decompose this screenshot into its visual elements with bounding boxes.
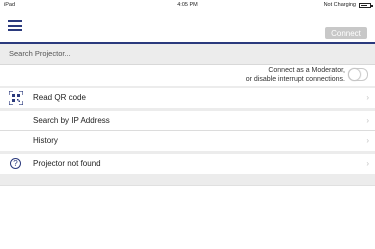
list-item-read-qr-code[interactable]: Read QR code › — [0, 88, 375, 108]
search-projector-label: Search Projector... — [9, 49, 71, 58]
chevron-right-icon: › — [366, 116, 369, 125]
section-divider — [0, 174, 375, 185]
qr-code-icon — [9, 91, 23, 105]
clock: 4:05 PM — [177, 2, 198, 8]
moderator-line-2: or disable interrupt connections. — [245, 76, 345, 83]
chevron-right-icon: › — [366, 93, 369, 102]
moderator-toggle[interactable] — [348, 68, 368, 81]
battery-status: Not Charging — [323, 2, 373, 8]
read-qr-code-label: Read QR code — [33, 93, 86, 102]
moderator-description: Connect as a Moderator, or disable inter… — [246, 66, 345, 84]
history-label: History — [33, 136, 58, 145]
search-by-ip-label: Search by IP Address — [33, 116, 110, 125]
empty-content-area — [0, 185, 375, 249]
charging-status-text: Not Charging — [323, 2, 356, 8]
hamburger-menu-icon[interactable] — [8, 20, 22, 31]
status-bar: iPad 4:05 PM Not Charging — [0, 0, 375, 10]
list-item-history[interactable]: History › — [0, 131, 375, 151]
projector-not-found-label: Projector not found — [33, 159, 101, 168]
search-projector-row[interactable]: Search Projector... — [0, 44, 375, 65]
battery-icon — [359, 2, 373, 8]
list-item-projector-not-found[interactable]: ? Projector not found › — [0, 154, 375, 174]
chevron-right-icon: › — [366, 136, 369, 145]
connect-button[interactable]: Connect — [325, 27, 367, 39]
help-circle-icon: ? — [10, 158, 21, 169]
list-item-search-by-ip[interactable]: Search by IP Address › — [0, 111, 375, 131]
moderator-line-1: Connect as a Moderator, — [268, 67, 345, 74]
nav-bar: Connect — [0, 10, 375, 44]
moderator-row: Connect as a Moderator, or disable inter… — [0, 65, 375, 86]
chevron-right-icon: › — [366, 159, 369, 168]
